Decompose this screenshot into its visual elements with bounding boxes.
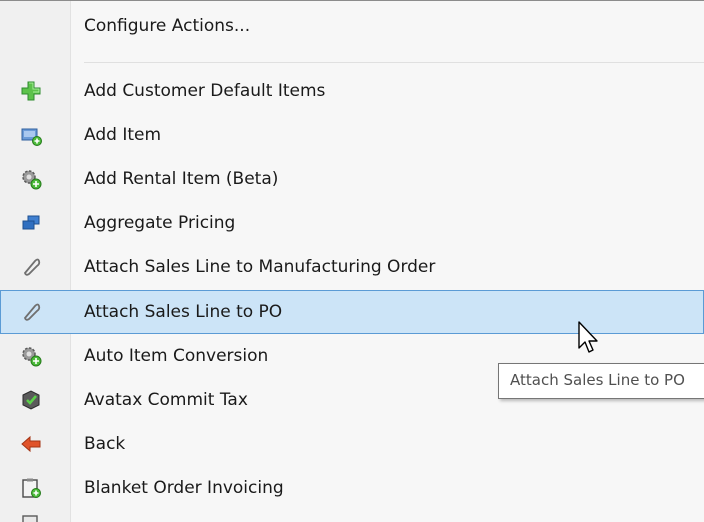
menu-item-label: Configure Actions... bbox=[84, 16, 251, 36]
menu-item-label: Avatax Commit Tax bbox=[84, 390, 248, 410]
menu-item-label: Blanket Order Invoicing bbox=[84, 478, 284, 498]
menu-item-attach-to-manufacturing-order[interactable]: Attach Sales Line to Manufacturing Order bbox=[0, 245, 704, 289]
back-arrow-icon bbox=[20, 433, 42, 455]
menu-item-label: Add Customer Default Items bbox=[84, 81, 326, 101]
green-plus-icon bbox=[20, 80, 42, 102]
menu-top-border bbox=[0, 0, 704, 1]
next-item-icon-partial bbox=[20, 514, 42, 522]
stacked-windows-icon bbox=[20, 212, 42, 234]
tooltip-text: Attach Sales Line to PO bbox=[510, 371, 685, 389]
gear-plus-icon bbox=[20, 168, 42, 190]
menu-item-blanket-order-invoicing[interactable]: Blanket Order Invoicing bbox=[0, 466, 704, 510]
menu-item-add-item[interactable]: Add Item bbox=[0, 113, 704, 157]
menu-item-label: Add Rental Item (Beta) bbox=[84, 169, 279, 189]
clipboard-plus-icon bbox=[20, 477, 42, 499]
context-menu: Configure Actions... Add Customer Defaul… bbox=[0, 0, 704, 522]
menu-item-label: Attach Sales Line to Manufacturing Order bbox=[84, 257, 436, 277]
avatax-icon bbox=[20, 389, 42, 411]
menu-item-configure-actions[interactable]: Configure Actions... bbox=[0, 7, 704, 51]
tooltip: Attach Sales Line to PO bbox=[498, 363, 704, 399]
menu-item-label: Aggregate Pricing bbox=[84, 213, 236, 233]
menu-item-add-rental-item[interactable]: Add Rental Item (Beta) bbox=[0, 157, 704, 201]
add-item-icon bbox=[20, 124, 42, 146]
menu-item-back[interactable]: Back bbox=[0, 422, 704, 466]
menu-divider bbox=[84, 62, 704, 63]
paperclip-icon bbox=[20, 301, 42, 323]
paperclip-icon bbox=[20, 256, 42, 278]
menu-item-label: Add Item bbox=[84, 125, 162, 145]
menu-item-label: Back bbox=[84, 434, 126, 454]
menu-item-add-customer-default-items[interactable]: Add Customer Default Items bbox=[0, 69, 704, 113]
menu-item-label: Auto Item Conversion bbox=[84, 346, 269, 366]
menu-item-label: Attach Sales Line to PO bbox=[84, 302, 283, 322]
menu-item-aggregate-pricing[interactable]: Aggregate Pricing bbox=[0, 201, 704, 245]
mouse-cursor-icon bbox=[577, 320, 601, 356]
gear-plus-icon bbox=[20, 345, 42, 367]
